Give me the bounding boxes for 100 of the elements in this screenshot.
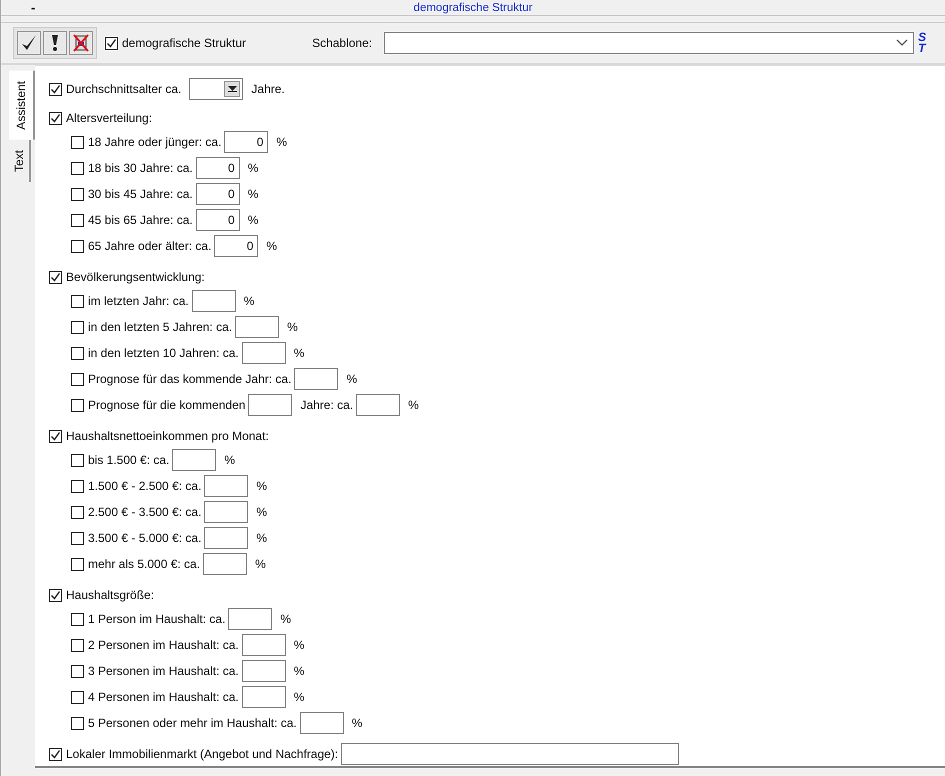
unit-label: % bbox=[266, 239, 278, 253]
number-field[interactable] bbox=[356, 394, 400, 416]
number-field[interactable]: 0 bbox=[196, 183, 240, 205]
number-dropdown[interactable] bbox=[189, 78, 244, 100]
checkbox[interactable] bbox=[71, 558, 84, 570]
number-field[interactable] bbox=[204, 475, 248, 497]
checkbox[interactable] bbox=[71, 320, 84, 334]
checkbox[interactable] bbox=[49, 82, 62, 96]
checkbox[interactable] bbox=[71, 398, 84, 412]
checkbox-label: 45 bis 65 Jahre: ca. bbox=[88, 213, 193, 227]
checkbox[interactable] bbox=[71, 506, 84, 518]
checkbox[interactable] bbox=[71, 240, 84, 252]
format-letter[interactable]: S bbox=[918, 32, 926, 43]
unit-label: % bbox=[276, 135, 288, 149]
checkbox[interactable] bbox=[49, 112, 62, 124]
chevron-down-icon bbox=[896, 39, 908, 47]
checkbox-label: Haushaltsnettoeinkommen pro Monat: bbox=[66, 429, 269, 443]
tab[interactable]: Text bbox=[9, 140, 31, 182]
checkbox[interactable] bbox=[105, 36, 118, 50]
number-field[interactable] bbox=[228, 608, 272, 630]
number-field[interactable]: 0 bbox=[196, 157, 240, 179]
number-field[interactable] bbox=[192, 290, 236, 312]
unit-label: % bbox=[287, 320, 298, 334]
checkbox-label: Lokaler Immobilienmarkt (Angebot und Nachfrage): bbox=[66, 747, 338, 761]
checkbox-label: Durchschnittsalter ca. bbox=[66, 82, 182, 96]
number-field[interactable] bbox=[300, 712, 344, 734]
unit-label: % bbox=[294, 346, 304, 360]
number-field[interactable] bbox=[204, 527, 248, 549]
checkbox-label: 1.500 € - 2.500 €: ca. bbox=[88, 479, 202, 493]
checkbox-label: Prognose für die kommenden bbox=[88, 398, 246, 412]
tab[interactable]: Assistent bbox=[9, 71, 35, 140]
checkbox[interactable] bbox=[71, 664, 84, 678]
checkbox[interactable] bbox=[71, 214, 84, 226]
checkbox-label: 3 Personen im Haushalt: ca. bbox=[88, 664, 239, 678]
template-dropdown[interactable] bbox=[384, 32, 914, 54]
checkbox-label: demografische Struktur bbox=[122, 36, 246, 50]
number-field[interactable] bbox=[172, 449, 216, 471]
unit-label: % bbox=[248, 187, 258, 201]
text-field[interactable] bbox=[341, 743, 680, 765]
unit-label: % bbox=[294, 690, 304, 704]
checkbox[interactable] bbox=[49, 588, 62, 602]
number-field[interactable]: 0 bbox=[214, 235, 258, 257]
checkbox[interactable] bbox=[71, 346, 84, 360]
checkbox[interactable] bbox=[49, 748, 62, 760]
checkbox-label: Altersverteilung: bbox=[66, 111, 152, 125]
unit-label: % bbox=[256, 479, 268, 493]
template-label: Schablone: bbox=[312, 36, 372, 50]
exclamation-icon bbox=[50, 33, 60, 53]
delete-button[interactable] bbox=[69, 31, 93, 55]
checkbox-label: Prognose für das kommende Jahr: ca. bbox=[88, 372, 292, 386]
number-field[interactable] bbox=[203, 553, 248, 575]
unit-label: % bbox=[408, 398, 419, 412]
checkbox-label: 18 bis 30 Jahre: ca. bbox=[88, 161, 193, 175]
checkbox-label: im letzten Jahr: ca. bbox=[88, 294, 189, 308]
format-letter[interactable]: T bbox=[918, 43, 926, 54]
info-button[interactable] bbox=[43, 31, 67, 55]
checkbox[interactable] bbox=[71, 612, 84, 626]
checkbox[interactable] bbox=[71, 716, 84, 730]
checkbox[interactable] bbox=[71, 480, 84, 492]
number-field[interactable] bbox=[242, 342, 286, 364]
checkbox-label: 5 Personen oder mehr im Haushalt: ca. bbox=[88, 716, 297, 730]
minimize-button[interactable]: - bbox=[31, 2, 36, 14]
unit-label: Jahre. bbox=[251, 82, 285, 96]
number-field[interactable] bbox=[242, 660, 286, 682]
checkbox-label: Haushaltsgröße: bbox=[66, 588, 154, 602]
checkbox[interactable] bbox=[71, 690, 84, 704]
checkbox-label: bis 1.500 €: ca. bbox=[88, 453, 170, 467]
unit-label: % bbox=[248, 161, 258, 175]
number-field[interactable] bbox=[242, 686, 286, 708]
unit-label: % bbox=[256, 505, 268, 519]
checkbox[interactable] bbox=[71, 638, 84, 652]
checkbox[interactable] bbox=[71, 188, 84, 200]
checkbox[interactable] bbox=[71, 136, 84, 148]
checkbox[interactable] bbox=[49, 270, 62, 284]
checkbox[interactable] bbox=[71, 454, 84, 466]
number-field[interactable] bbox=[235, 316, 280, 338]
checkbox-label: 3.500 € - 5.000 €: ca. bbox=[88, 531, 202, 545]
unit-label: % bbox=[244, 294, 254, 308]
checkbox[interactable] bbox=[71, 532, 84, 544]
unit-label: % bbox=[280, 612, 292, 626]
checkbox-label: Bevölkerungsentwicklung: bbox=[66, 270, 205, 284]
unit-label: % bbox=[256, 531, 268, 545]
checkbox[interactable] bbox=[71, 372, 84, 386]
unit-label: Jahre: ca. bbox=[300, 398, 354, 412]
checkbox-label: mehr als 5.000 €: ca. bbox=[88, 557, 200, 571]
checkbox[interactable] bbox=[71, 294, 84, 308]
number-field[interactable] bbox=[242, 634, 286, 656]
checkbox-label: 30 bis 45 Jahre: ca. bbox=[88, 187, 193, 201]
checkbox-label: 4 Personen im Haushalt: ca. bbox=[88, 690, 239, 704]
number-field[interactable] bbox=[204, 501, 248, 523]
number-field[interactable]: 0 bbox=[196, 209, 240, 231]
checkbox-label: in den letzten 5 Jahren: ca. bbox=[88, 320, 232, 334]
number-field[interactable] bbox=[248, 394, 292, 416]
unit-label: % bbox=[248, 213, 258, 227]
apply-button[interactable] bbox=[17, 31, 41, 55]
checkbox[interactable] bbox=[71, 162, 84, 174]
checkbox[interactable] bbox=[49, 430, 62, 442]
number-field[interactable]: 0 bbox=[224, 131, 268, 153]
checkbox-label: 2.500 € - 3.500 €: ca. bbox=[88, 505, 202, 519]
number-field[interactable] bbox=[294, 368, 338, 390]
